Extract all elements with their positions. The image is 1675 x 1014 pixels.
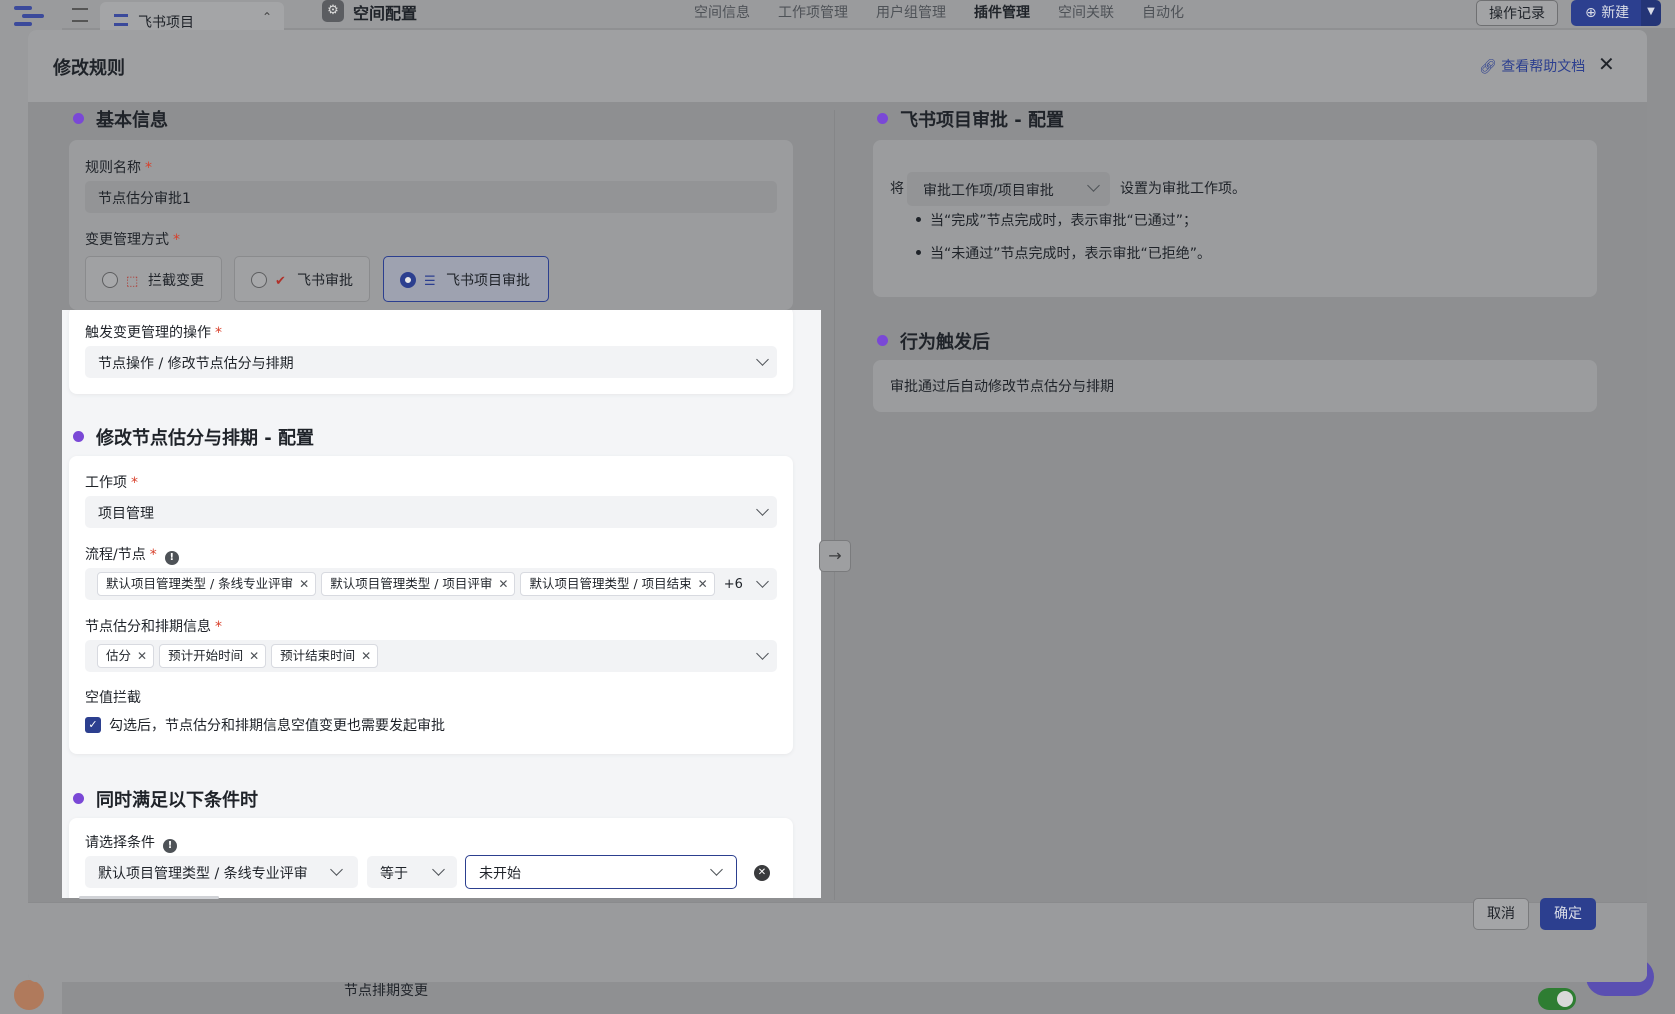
approval-workitem-select[interactable]: 审批工作项/项目审批 [907, 172, 1110, 206]
operation-log-button[interactable]: 操作记录 [1476, 0, 1558, 26]
horizontal-scrollbar[interactable] [79, 896, 219, 899]
select-condition-label: 请选择条件! [85, 832, 177, 853]
section-node-config-title: 修改节点估分与排期 - 配置 [96, 428, 315, 449]
condition-operator-select[interactable]: 等于 [367, 856, 457, 888]
close-icon[interactable]: ✕ [1598, 52, 1615, 76]
change-mode-label: 变更管理方式 * [85, 232, 180, 248]
space-tabs: 空间信息 工作项管理 用户组管理 插件管理 空间关联 自动化 [694, 2, 1184, 22]
intercept-icon: ⬚ [126, 274, 139, 289]
flow-node-select[interactable]: 默认项目管理类型 / 条线专业评审 ✕ 默认项目管理类型 / 项目评审 ✕ 默认项目… [85, 568, 777, 600]
remove-condition-icon[interactable]: ✕ [754, 865, 770, 881]
tab-automation[interactable]: 自动化 [1142, 2, 1184, 22]
section-dot [73, 793, 84, 804]
info-icon[interactable]: ! [163, 839, 177, 853]
trigger-select[interactable]: 节点操作 / 修改节点估分与排期 [85, 346, 777, 378]
approval-rule-rejected: 当“未通过”节点完成时，表示审批“已拒绝”。 [915, 243, 1211, 263]
radio-circle-selected [400, 272, 416, 288]
null-intercept-text: 勾选后，节点估分和排期信息空值变更也需要发起审批 [109, 718, 445, 734]
section-basic-info-title: 基本信息 [96, 110, 168, 131]
schedule-info-select[interactable]: 估分 ✕ 预计开始时间 ✕ 预计结束时间 ✕ [85, 640, 777, 672]
schedule-info-label: 节点估分和排期信息 * [85, 619, 222, 635]
section-basic-info: 基本信息 [73, 106, 168, 132]
rule-name-label: 规则名称 * [85, 160, 152, 176]
radio-circle [251, 272, 267, 288]
section-dot [73, 113, 84, 124]
info-icon[interactable]: ! [164, 551, 179, 565]
approval-check-icon: ✔ [275, 274, 286, 289]
project-name: 飞书项目 [138, 15, 194, 31]
section-after-trigger: 行为触发后 [877, 328, 990, 354]
new-dropdown-chevron-icon[interactable]: ▼ [1641, 0, 1661, 26]
flow-tag: 默认项目管理类型 / 项目结束 ✕ [520, 572, 715, 596]
section-dot [73, 431, 84, 442]
remove-tag-icon[interactable]: ✕ [361, 649, 371, 663]
section-dot [877, 335, 888, 346]
app-logo-icon[interactable] [14, 6, 44, 26]
rule-name-input[interactable]: 节点估分审批1 [85, 181, 777, 213]
confirm-button[interactable]: 确定 [1540, 898, 1596, 930]
section-dot [877, 113, 888, 124]
tab-space-association[interactable]: 空间关联 [1058, 2, 1114, 22]
background-toggle[interactable] [1538, 988, 1576, 1010]
mode-feishu-project-approval-radio[interactable]: ☰ 飞书项目审批 [383, 256, 549, 302]
after-trigger-text: 审批通过后自动修改节点估分与排期 [890, 379, 1114, 395]
flow-node-label: 流程/节点 *! [85, 544, 179, 565]
modal-title: 修改规则 [53, 58, 125, 79]
new-button-label: 新建 [1601, 5, 1630, 21]
remove-tag-icon[interactable]: ✕ [498, 577, 508, 591]
mode-intercept-radio[interactable]: ⬚ 拦截变更 [85, 256, 222, 302]
help-doc-label: 查看帮助文档 [1501, 59, 1586, 75]
radio-circle [102, 272, 118, 288]
spotlight-area: 触发变更管理的操作 * 节点操作 / 修改节点估分与排期 修改节点估分与排期 - … [62, 310, 821, 898]
section-conditions-title: 同时满足以下条件时 [96, 790, 258, 811]
column-divider [834, 110, 835, 900]
space-title: 空间配置 [353, 4, 418, 23]
section-node-config: 修改节点估分与排期 - 配置 [73, 424, 314, 450]
arrow-right-icon[interactable]: → [819, 540, 851, 572]
condition-status-select[interactable]: 未开始 [465, 855, 737, 889]
modal-header: 修改规则 🔗︎ 查看帮助文档 ✕ [28, 30, 1647, 102]
trigger-label: 触发变更管理的操作 * [85, 325, 222, 341]
flow-tag: 默认项目管理类型 / 条线专业评审 ✕ [97, 572, 317, 596]
schedule-tag: 预计结束时间 ✕ [271, 644, 379, 668]
project-approval-icon: ☰ [424, 274, 436, 289]
workitem-label: 工作项 * [85, 475, 138, 491]
remove-tag-icon[interactable]: ✕ [137, 649, 147, 663]
null-intercept-label: 空值拦截 [85, 690, 141, 706]
project-icon [114, 14, 128, 26]
flow-tag: 默认项目管理类型 / 项目评审 ✕ [321, 572, 516, 596]
avatar[interactable] [14, 980, 44, 1010]
section-approval-config: 飞书项目审批 - 配置 [877, 106, 1064, 132]
tab-workitem-management[interactable]: 工作项管理 [778, 2, 848, 22]
remove-tag-icon[interactable]: ✕ [698, 577, 708, 591]
chevron-updown-icon: ⌃ [261, 10, 272, 24]
tab-space-info[interactable]: 空间信息 [694, 2, 750, 22]
mode-feishu-approval-radio[interactable]: ✔ 飞书审批 [234, 256, 370, 302]
schedule-tag: 预计开始时间 ✕ [159, 644, 267, 668]
tab-usergroup-management[interactable]: 用户组管理 [876, 2, 946, 22]
approval-prefix: 将 [890, 181, 904, 197]
help-doc-link[interactable]: 🔗︎ 查看帮助文档 [1479, 56, 1585, 76]
approval-rule-passed: 当“完成”节点完成时，表示审批“已通过”； [915, 210, 1197, 230]
link-icon: 🔗︎ [1479, 59, 1502, 75]
null-intercept-checkbox[interactable]: ✓ [85, 717, 101, 733]
section-approval-config-title: 飞书项目审批 - 配置 [900, 110, 1065, 131]
background-row-title: 节点排期变更 [344, 983, 428, 999]
condition-field-select[interactable]: 默认项目管理类型 / 条线专业评审 [85, 856, 358, 888]
modal-footer [28, 902, 1647, 982]
section-after-trigger-title: 行为触发后 [900, 332, 990, 353]
cancel-button[interactable]: 取消 [1473, 898, 1529, 930]
approval-suffix: 设置为审批工作项。 [1120, 181, 1246, 197]
tab-plugin-management[interactable]: 插件管理 [974, 2, 1030, 22]
gear-icon: ⚙ [322, 0, 344, 22]
section-conditions: 同时满足以下条件时 [73, 786, 258, 812]
workitem-select[interactable]: 项目管理 [85, 496, 777, 528]
remove-tag-icon[interactable]: ✕ [299, 577, 309, 591]
flow-more-count[interactable]: +6 [724, 577, 743, 592]
schedule-tag: 估分 ✕ [97, 644, 155, 668]
collapse-sidebar-icon[interactable] [72, 8, 88, 22]
remove-tag-icon[interactable]: ✕ [249, 649, 259, 663]
